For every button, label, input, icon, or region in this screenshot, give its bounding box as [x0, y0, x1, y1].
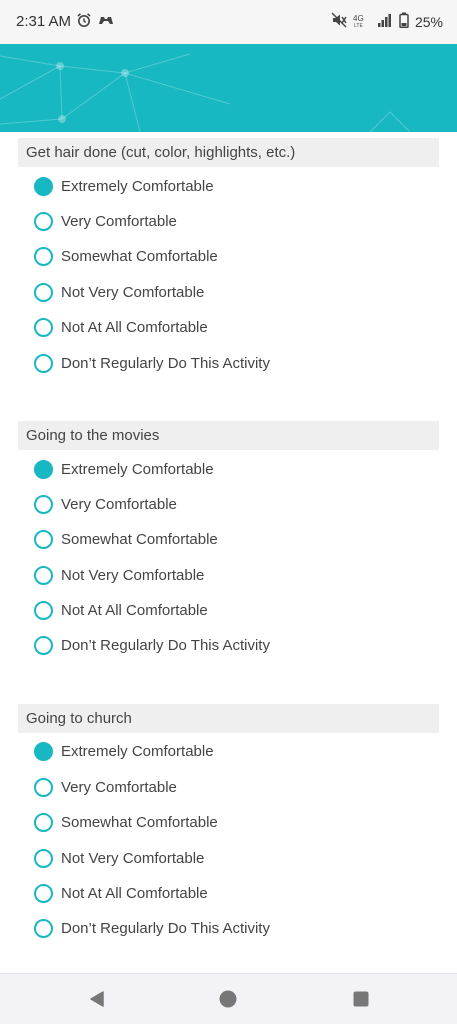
option-label: Don’t Regularly Do This Activity — [61, 920, 270, 938]
option-label: Not At All Comfortable — [61, 884, 208, 902]
option-label: Very Comfortable — [61, 213, 177, 231]
option-label: Extremely Comfortable — [61, 743, 214, 761]
network-4g-icon: 4G LTE — [353, 12, 371, 31]
option-not-very-comfortable[interactable]: Not Very Comfortable — [18, 275, 439, 310]
option-extremely-comfortable[interactable]: Extremely Comfortable — [18, 734, 439, 769]
radio-unselected-icon[interactable] — [34, 813, 53, 833]
option-label: Very Comfortable — [61, 778, 177, 796]
radio-unselected-icon[interactable] — [34, 777, 53, 797]
radio-unselected-icon[interactable] — [34, 883, 53, 903]
option-not-very-comfortable[interactable]: Not Very Comfortable — [18, 840, 439, 875]
option-somewhat-comfortable[interactable]: Somewhat Comfortable — [18, 805, 439, 840]
radio-unselected-icon[interactable] — [34, 247, 53, 267]
mute-icon — [331, 12, 347, 31]
home-circle-icon[interactable] — [219, 990, 237, 1013]
svg-text:4G: 4G — [353, 14, 364, 23]
option-somewhat-comfortable[interactable]: Somewhat Comfortable — [18, 522, 439, 557]
option-very-comfortable[interactable]: Very Comfortable — [18, 487, 439, 522]
option-dont-regularly-do[interactable]: Don’t Regularly Do This Activity — [18, 628, 439, 663]
radio-unselected-icon[interactable] — [34, 636, 53, 656]
signal-icon — [377, 12, 393, 31]
question-church: Going to church Extremely Comfortable Ve… — [18, 703, 439, 947]
system-nav-bar — [0, 973, 457, 1024]
survey-form: Get hair done (cut, color, highlights, e… — [0, 138, 457, 947]
option-label: Not At All Comfortable — [61, 602, 208, 620]
option-label: Somewhat Comfortable — [61, 248, 218, 266]
option-dont-regularly-do[interactable]: Don’t Regularly Do This Activity — [18, 345, 439, 380]
battery-icon — [399, 12, 409, 31]
svg-text:LTE: LTE — [354, 23, 363, 28]
network-pattern-graphic — [0, 53, 411, 132]
option-label: Somewhat Comfortable — [61, 814, 218, 832]
radio-unselected-icon[interactable] — [34, 282, 53, 302]
status-time: 2:31 AM — [16, 13, 72, 30]
game-controller-icon — [98, 12, 114, 33]
alarm-icon — [76, 12, 92, 33]
option-not-at-all-comfortable[interactable]: Not At All Comfortable — [18, 876, 439, 911]
radio-selected-icon[interactable] — [34, 176, 53, 196]
question-movies: Going to the movies Extremely Comfortabl… — [18, 420, 439, 664]
option-very-comfortable[interactable]: Very Comfortable — [18, 204, 439, 239]
radio-selected-icon[interactable] — [34, 742, 53, 762]
option-label: Not At All Comfortable — [61, 319, 208, 337]
option-label: Not Very Comfortable — [61, 283, 205, 301]
radio-unselected-icon[interactable] — [34, 601, 53, 621]
radio-selected-icon[interactable] — [34, 459, 53, 479]
option-label: Don’t Regularly Do This Activity — [61, 354, 270, 372]
header-banner — [0, 44, 457, 132]
radio-unselected-icon[interactable] — [34, 353, 53, 373]
question-title: Going to the movies — [18, 420, 439, 450]
option-label: Don’t Regularly Do This Activity — [61, 637, 270, 655]
option-label: Very Comfortable — [61, 495, 177, 513]
question-hair: Get hair done (cut, color, highlights, e… — [18, 138, 439, 381]
radio-unselected-icon[interactable] — [34, 318, 53, 338]
status-bar: 2:31 AM 4G LTE 25% — [0, 0, 457, 44]
option-label: Somewhat Comfortable — [61, 531, 218, 549]
option-not-at-all-comfortable[interactable]: Not At All Comfortable — [18, 593, 439, 628]
option-dont-regularly-do[interactable]: Don’t Regularly Do This Activity — [18, 911, 439, 946]
option-label: Not Very Comfortable — [61, 849, 205, 867]
radio-unselected-icon[interactable] — [34, 494, 53, 514]
option-label: Not Very Comfortable — [61, 566, 205, 584]
option-extremely-comfortable[interactable]: Extremely Comfortable — [18, 451, 439, 486]
option-somewhat-comfortable[interactable]: Somewhat Comfortable — [18, 239, 439, 274]
radio-unselected-icon[interactable] — [34, 848, 53, 868]
option-label: Extremely Comfortable — [61, 460, 214, 478]
recents-square-icon[interactable] — [352, 990, 370, 1013]
radio-unselected-icon[interactable] — [34, 565, 53, 585]
option-not-at-all-comfortable[interactable]: Not At All Comfortable — [18, 310, 439, 345]
option-label: Extremely Comfortable — [61, 177, 214, 195]
option-very-comfortable[interactable]: Very Comfortable — [18, 770, 439, 805]
back-triangle-icon[interactable] — [88, 990, 106, 1013]
option-not-very-comfortable[interactable]: Not Very Comfortable — [18, 558, 439, 593]
radio-unselected-icon[interactable] — [34, 530, 53, 550]
question-title: Get hair done (cut, color, highlights, e… — [18, 138, 439, 167]
question-title: Going to church — [18, 703, 439, 733]
radio-unselected-icon[interactable] — [34, 212, 53, 232]
radio-unselected-icon[interactable] — [34, 919, 53, 939]
option-extremely-comfortable[interactable]: Extremely Comfortable — [18, 169, 439, 204]
battery-percent: 25% — [414, 13, 443, 30]
